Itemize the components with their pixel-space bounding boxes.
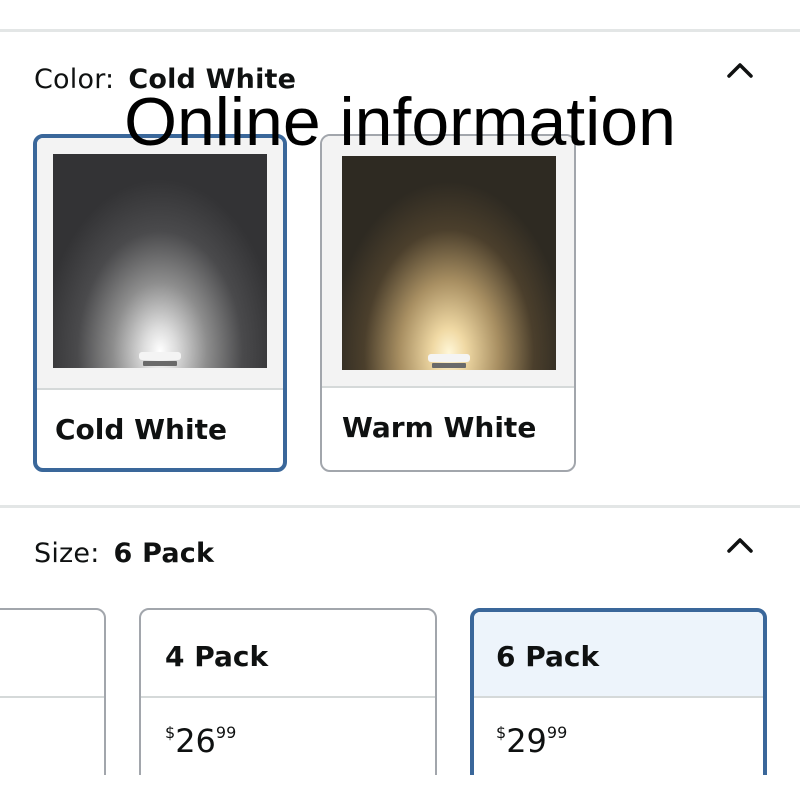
size-option-divider [141,696,435,698]
size-selected-value: 6 Pack [113,538,215,569]
size-option-partial[interactable] [0,608,106,800]
price-whole: 26 [175,722,216,760]
color-option-cold-white[interactable]: Cold White [33,134,287,472]
size-section-label: Size: 6 Pack [34,538,214,569]
size-option-divider [0,696,104,698]
price-symbol: $ [496,723,507,742]
price-whole: 29 [506,722,547,760]
warm-white-image [322,136,574,386]
size-option-header [0,610,104,696]
bottom-edge [0,775,800,800]
warm-white-lamp-image [342,156,556,370]
top-divider [0,29,800,32]
price-symbol: $ [165,723,176,742]
size-option-header: 6 Pack [474,612,763,698]
lamp-base-shadow [432,363,466,368]
size-option-divider [474,696,763,698]
color-label: Color: [34,64,115,95]
lamp-base [428,354,470,362]
size-label: Size: [34,538,100,569]
size-option-price: $2999 [496,722,568,760]
color-option-name: Warm White [342,411,537,444]
cold-white-lamp-image [53,154,267,368]
size-option-name: 4 Pack [165,640,269,673]
swatch-divider [322,386,574,388]
price-fraction: 99 [215,723,237,742]
lamp-base-shadow [143,361,177,366]
size-option-6-pack[interactable]: 6 Pack $2999 [470,608,767,800]
size-collapse-chevron-up-icon[interactable] [725,531,755,561]
color-section-label: Color: Cold White [34,64,296,95]
color-option-warm-white[interactable]: Warm White [320,134,576,472]
swatch-divider [37,388,283,390]
color-option-name: Cold White [55,413,227,446]
size-option-price: $2699 [165,722,237,760]
color-collapse-chevron-up-icon[interactable] [725,56,755,86]
price-fraction: 99 [546,723,568,742]
section-divider [0,505,800,508]
size-option-header: 4 Pack [141,610,435,696]
cold-white-image [37,138,283,388]
color-selected-value: Cold White [128,64,297,95]
lamp-base [139,352,181,360]
size-option-name: 6 Pack [496,640,600,673]
size-option-4-pack[interactable]: 4 Pack $2699 [139,608,437,800]
